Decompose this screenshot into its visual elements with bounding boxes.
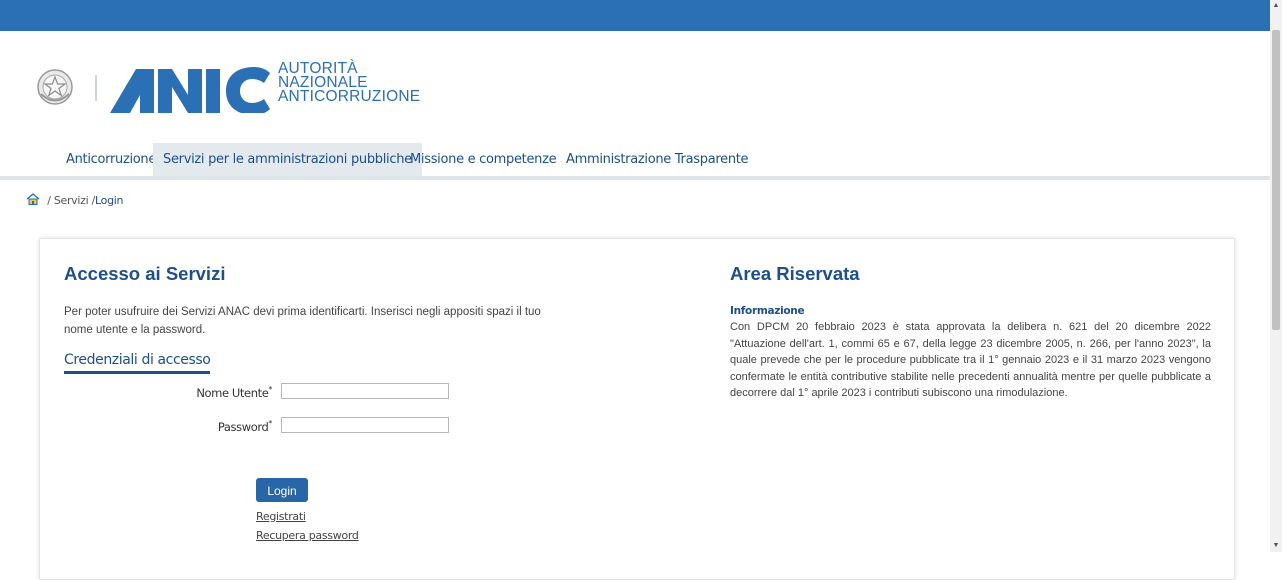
register-link[interactable]: Registrati	[256, 510, 306, 523]
username-label-text: Nome Utente	[196, 385, 269, 400]
top-bar	[0, 0, 1270, 31]
credentials-title: Credenziali di accesso	[64, 352, 211, 374]
breadcrumb-login: Login	[95, 194, 124, 207]
nav-item-servizi[interactable]: Servizi per le amministrazioni pubbliche	[153, 143, 422, 176]
main-nav: Anticorruzione Servizi per le amministra…	[0, 143, 1270, 180]
nav-item-trasparente[interactable]: Amministrazione Trasparente	[556, 143, 758, 176]
required-mark: *	[268, 419, 272, 428]
login-card: Accesso ai Servizi Per poter usufruire d…	[39, 238, 1235, 580]
nav-item-missione[interactable]: Missione e competenze	[400, 143, 566, 176]
info-text: Con DPCM 20 febbraio 2023 è stata approv…	[730, 321, 1211, 399]
username-input[interactable]	[281, 383, 449, 399]
recover-password-link[interactable]: Recupera password	[256, 529, 359, 542]
reserved-area-title: Area Riservata	[730, 263, 860, 284]
nav-item-anticorruzione[interactable]: Anticorruzione	[56, 143, 166, 176]
scroll-up-icon[interactable]: ▲	[1270, 0, 1282, 12]
login-title: Accesso ai Servizi	[64, 263, 226, 284]
username-label: Nome Utente*	[196, 385, 272, 400]
login-intro: Per poter usufruire dei Servizi ANAC dev…	[64, 306, 541, 336]
scrollbar-thumb[interactable]	[1272, 30, 1280, 330]
logo-text: AUTORITÀ NAZIONALE ANTICORRUZIONE	[278, 61, 421, 105]
logo-divider	[95, 75, 97, 101]
info-label: Informazione	[730, 305, 805, 317]
page-scrollbar[interactable]: ▲ ▼	[1270, 0, 1282, 552]
password-label: Password*	[218, 419, 272, 434]
scroll-down-icon[interactable]: ▼	[1270, 540, 1282, 552]
breadcrumb-separator: /	[47, 194, 51, 207]
breadcrumb: / Servizi /Login	[26, 193, 123, 207]
password-label-text: Password	[217, 419, 269, 434]
site-header: AUTORITÀ NAZIONALE ANTICORRUZIONE	[0, 31, 1270, 143]
italian-emblem-icon	[37, 69, 73, 105]
logo-line-3: ANTICORRUZIONE	[278, 88, 421, 105]
login-button[interactable]: Login	[256, 478, 308, 502]
password-input[interactable]	[281, 417, 449, 433]
home-icon[interactable]	[26, 193, 40, 205]
breadcrumb-servizi[interactable]: Servizi	[54, 194, 89, 207]
anac-logo[interactable]	[110, 63, 270, 113]
required-mark: *	[268, 385, 272, 394]
